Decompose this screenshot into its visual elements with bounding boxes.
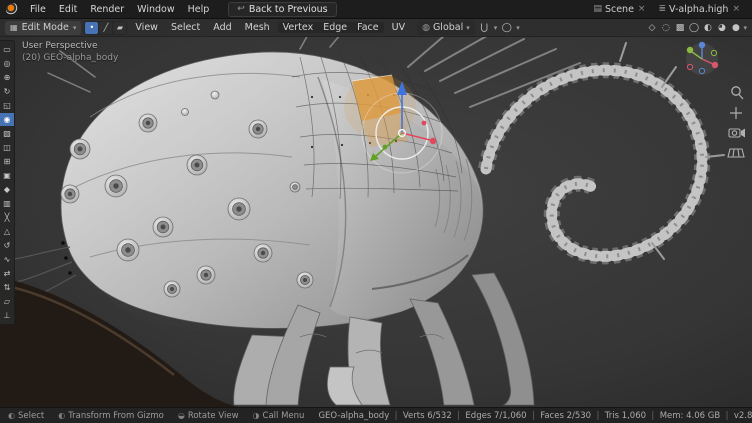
tool-shrink-fatten-icon[interactable]: ⇅: [0, 281, 14, 294]
view-layer-unlink-icon[interactable]: ×: [731, 4, 741, 14]
hint-rotate-label: Rotate View: [188, 411, 239, 421]
tool-measure-icon[interactable]: ◫: [0, 141, 14, 154]
stat-object-name: GEO-alpha_body: [318, 411, 389, 421]
hint-select-label: Select: [18, 411, 44, 421]
back-icon: ↩: [237, 4, 245, 14]
stat-tris: Tris 1,060: [591, 411, 646, 421]
stat-version: v2.80.74: [720, 411, 752, 421]
proportional-dropdown-icon[interactable]: ▾: [516, 24, 520, 32]
snap-magnet-icon[interactable]: ⋃: [478, 21, 491, 35]
viewport-canvas[interactable]: [0, 37, 752, 407]
mode-label: Edit Mode: [22, 22, 69, 33]
stat-memory: Mem: 4.06 GB: [646, 411, 720, 421]
tool-rotate-icon[interactable]: ↻: [0, 85, 14, 98]
edit-mode-icon: ▦: [10, 23, 18, 32]
hint-transform-gizmo: ◐ Transform From Gizmo: [58, 411, 164, 421]
select-mode-edge[interactable]: ╱: [99, 22, 112, 34]
menu-view[interactable]: View: [130, 22, 163, 33]
topbar-right: ▤ Scene × ≣ V-alpha.high ×: [588, 2, 746, 17]
shading-dropdown-icon[interactable]: ▾: [743, 24, 747, 32]
orientation-label: Global: [433, 22, 463, 33]
menu-edit[interactable]: Edit: [53, 3, 83, 16]
back-to-previous-button[interactable]: ↩ Back to Previous: [228, 2, 336, 17]
mouse-left-icon: ◐: [8, 411, 15, 420]
menu-mesh[interactable]: Mesh: [240, 22, 275, 33]
mode-dropdown[interactable]: ▦ Edit Mode ▾: [5, 21, 81, 35]
view-layer-selector[interactable]: ≣ V-alpha.high ×: [653, 2, 746, 17]
blender-window: { "topbar": { "menus": [ {"label": "File…: [0, 0, 752, 423]
tool-extrude-region-icon[interactable]: ⊞: [0, 155, 14, 168]
tool-edge-slide-icon[interactable]: ⇄: [0, 267, 14, 280]
select-mode-vertex[interactable]: •: [85, 22, 98, 34]
topbar: File Edit Render Window Help ↩ Back to P…: [0, 0, 752, 19]
hint-select: ◐ Select: [8, 411, 44, 421]
xray-toggle-icon[interactable]: ▩: [673, 21, 686, 35]
menu-add[interactable]: Add: [208, 22, 236, 33]
tool-bevel-icon[interactable]: ◆: [0, 183, 14, 196]
proportional-edit-icon[interactable]: ◯: [500, 21, 513, 35]
menu-window[interactable]: Window: [131, 3, 180, 16]
chevron-down-icon: ▾: [73, 24, 77, 32]
hint-call-menu-label: Call Menu: [263, 411, 305, 421]
mouse-right-icon: ◑: [253, 411, 260, 420]
tool-loop-cut-icon[interactable]: ▥: [0, 197, 14, 210]
mouse-middle-icon: ◒: [178, 411, 185, 420]
scene-statistics: GEO-alpha_body Verts 6/532 Edges 7/1,060…: [318, 411, 752, 421]
shading-wireframe-icon[interactable]: ◯: [687, 21, 700, 35]
show-overlays-icon[interactable]: ◌: [659, 21, 672, 35]
show-gizmo-icon[interactable]: ◇: [645, 21, 658, 35]
scene-icon: ▤: [593, 4, 602, 14]
menu-vertex[interactable]: Vertex: [278, 22, 319, 33]
blender-logo-icon[interactable]: [6, 3, 19, 16]
tool-annotate-icon[interactable]: ▨: [0, 127, 14, 140]
select-mode-group: • ╱ ▰: [84, 21, 127, 35]
menu-face[interactable]: Face: [352, 22, 383, 33]
view-layer-icon: ≣: [658, 4, 666, 14]
menu-render[interactable]: Render: [84, 3, 130, 16]
hint-transform-label: Transform From Gizmo: [68, 411, 164, 421]
component-menu-group: Vertex Edge Face: [278, 22, 384, 33]
mouse-left-drag-icon: ◐: [58, 411, 65, 420]
tool-knife-icon[interactable]: ╳: [0, 211, 14, 224]
select-mode-face[interactable]: ▰: [113, 22, 126, 34]
menu-uv[interactable]: UV: [387, 22, 410, 33]
tool-select-box-icon[interactable]: ▭: [0, 43, 14, 56]
tool-rip-region-icon[interactable]: ⊥: [0, 309, 14, 322]
tool-shear-icon[interactable]: ▱: [0, 295, 14, 308]
hint-call-menu: ◑ Call Menu: [253, 411, 305, 421]
scene-name: Scene: [605, 4, 634, 15]
stat-edges: Edges 7/1,060: [452, 411, 527, 421]
3d-viewport[interactable]: ▭ ◎ ⊕ ↻ ◱ ◉ ▨ ◫ ⊞ ▣ ◆ ▥ ╳ △ ↺ ∿ ⇄ ⇅ ▱ ⊥ …: [0, 37, 752, 407]
tool-spin-icon[interactable]: ↺: [0, 239, 14, 252]
stat-verts: Verts 6/532: [389, 411, 452, 421]
globe-icon: ◍: [422, 23, 430, 33]
menu-select[interactable]: Select: [166, 22, 205, 33]
back-to-previous-label: Back to Previous: [249, 4, 328, 15]
shading-solid-icon[interactable]: ◐: [701, 21, 714, 35]
transform-orientation-dropdown[interactable]: ◍ Global ▾: [417, 21, 475, 35]
scene-unlink-icon[interactable]: ×: [637, 4, 647, 14]
scene-selector[interactable]: ▤ Scene ×: [588, 2, 651, 17]
view-layer-name: V-alpha.high: [669, 4, 728, 15]
tool-scale-icon[interactable]: ◱: [0, 99, 14, 112]
hint-rotate-view: ◒ Rotate View: [178, 411, 239, 421]
viewport-header: ▦ Edit Mode ▾ • ╱ ▰ View Select Add Mesh…: [0, 19, 752, 37]
snap-dropdown-icon[interactable]: ▾: [494, 24, 498, 32]
tool-poly-build-icon[interactable]: △: [0, 225, 14, 238]
shading-material-icon[interactable]: ◕: [715, 21, 728, 35]
tool-transform-icon[interactable]: ◉: [0, 113, 14, 126]
shading-rendered-icon[interactable]: ●: [729, 21, 742, 35]
stat-faces: Faces 2/530: [527, 411, 592, 421]
tool-smooth-icon[interactable]: ∿: [0, 253, 14, 266]
viewport-header-right: ◇ ◌ ▩ ◯ ◐ ◕ ● ▾: [645, 21, 747, 35]
tool-shelf: ▭ ◎ ⊕ ↻ ◱ ◉ ▨ ◫ ⊞ ▣ ◆ ▥ ╳ △ ↺ ∿ ⇄ ⇅ ▱ ⊥: [0, 40, 15, 325]
tool-move-icon[interactable]: ⊕: [0, 71, 14, 84]
tool-inset-faces-icon[interactable]: ▣: [0, 169, 14, 182]
statusbar: ◐ Select ◐ Transform From Gizmo ◒ Rotate…: [0, 407, 752, 423]
menu-file[interactable]: File: [24, 3, 52, 16]
tool-cursor-icon[interactable]: ◎: [0, 57, 14, 70]
menu-edge[interactable]: Edge: [318, 22, 352, 33]
menu-help[interactable]: Help: [182, 3, 216, 16]
chevron-down-icon: ▾: [466, 24, 470, 32]
